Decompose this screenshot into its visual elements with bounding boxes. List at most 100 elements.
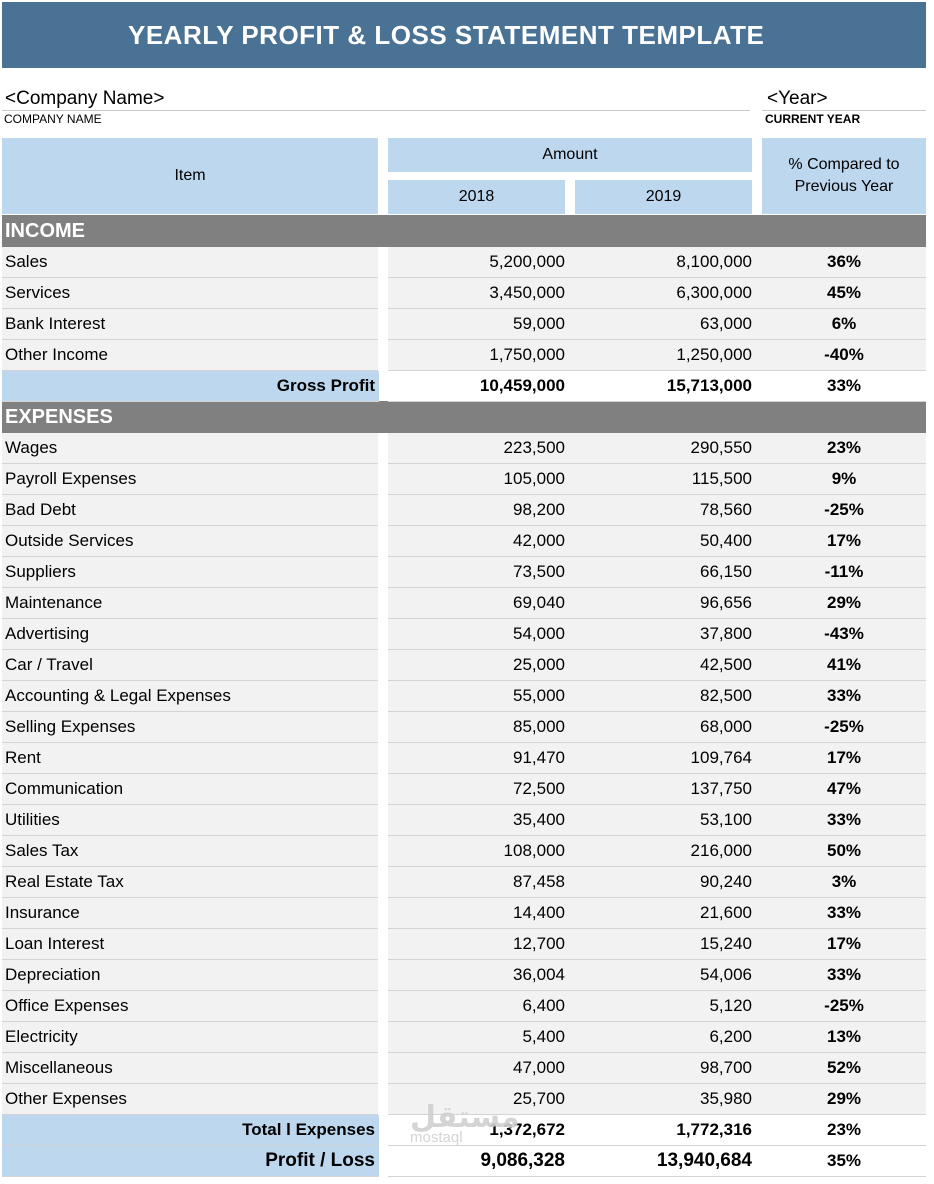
expense-row: Outside Services 42,000 50,400 17% bbox=[0, 526, 934, 557]
row-pct-change: -25% bbox=[762, 495, 926, 526]
row-item-name[interactable]: Office Expenses bbox=[2, 991, 378, 1022]
row-amount-2019[interactable]: 15,240 bbox=[575, 929, 762, 960]
row-amount-2019[interactable]: 78,560 bbox=[575, 495, 762, 526]
row-amount-2019[interactable]: 98,700 bbox=[575, 1053, 762, 1084]
row-item-name[interactable]: Real Estate Tax bbox=[2, 867, 378, 898]
row-amount-2019[interactable]: 216,000 bbox=[575, 836, 762, 867]
row-amount-2019[interactable]: 37,800 bbox=[575, 619, 762, 650]
row-amount-2018[interactable]: 85,000 bbox=[388, 712, 575, 743]
expense-row: Wages 223,500 290,550 23% bbox=[0, 433, 934, 464]
row-amount-2018[interactable]: 91,470 bbox=[388, 743, 575, 774]
row-item-name[interactable]: Gross Profit bbox=[2, 371, 379, 402]
row-pct-change: 23% bbox=[762, 1115, 926, 1146]
row-amount-2018[interactable]: 59,000 bbox=[388, 309, 575, 340]
row-pct-change: 47% bbox=[762, 774, 926, 805]
row-amount-2018[interactable]: 14,400 bbox=[388, 898, 575, 929]
row-amount-2018[interactable]: 108,000 bbox=[388, 836, 575, 867]
row-item-name[interactable]: Communication bbox=[2, 774, 378, 805]
row-amount-2019[interactable]: 63,000 bbox=[575, 309, 762, 340]
row-item-name[interactable]: Bad Debt bbox=[2, 495, 378, 526]
row-item-name[interactable]: Sales Tax bbox=[2, 836, 378, 867]
row-amount-2018[interactable]: 87,458 bbox=[388, 867, 575, 898]
row-item-name[interactable]: Wages bbox=[2, 433, 378, 464]
expense-row: Advertising 54,000 37,800 -43% bbox=[0, 619, 934, 650]
row-item-name[interactable]: Selling Expenses bbox=[2, 712, 378, 743]
row-amount-2018[interactable]: 36,004 bbox=[388, 960, 575, 991]
row-amount-2019[interactable]: 8,100,000 bbox=[575, 247, 762, 278]
row-amount-2018[interactable]: 47,000 bbox=[388, 1053, 575, 1084]
expense-row: Insurance 14,400 21,600 33% bbox=[0, 898, 934, 929]
row-amount-2019[interactable]: 96,656 bbox=[575, 588, 762, 619]
row-amount-2019[interactable]: 66,150 bbox=[575, 557, 762, 588]
row-amount-2019[interactable]: 6,300,000 bbox=[575, 278, 762, 309]
row-item-name[interactable]: Other Expenses bbox=[2, 1084, 378, 1115]
row-amount-2019[interactable]: 42,500 bbox=[575, 650, 762, 681]
row-item-name[interactable]: Loan Interest bbox=[2, 929, 378, 960]
row-amount-2019[interactable]: 53,100 bbox=[575, 805, 762, 836]
row-item-name[interactable]: Depreciation bbox=[2, 960, 378, 991]
row-amount-2018[interactable]: 98,200 bbox=[388, 495, 575, 526]
row-item-name[interactable]: Insurance bbox=[2, 898, 378, 929]
row-amount-2018[interactable]: 6,400 bbox=[388, 991, 575, 1022]
row-amount-2018[interactable]: 10,459,000 bbox=[388, 371, 575, 402]
row-amount-2018[interactable]: 72,500 bbox=[388, 774, 575, 805]
row-amount-2018[interactable]: 1,750,000 bbox=[388, 340, 575, 371]
row-item-name[interactable]: Maintenance bbox=[2, 588, 378, 619]
row-amount-2019[interactable]: 5,120 bbox=[575, 991, 762, 1022]
row-amount-2018[interactable]: 35,400 bbox=[388, 805, 575, 836]
row-amount-2019[interactable]: 1,772,316 bbox=[575, 1115, 762, 1146]
row-pct-change: 33% bbox=[762, 371, 926, 402]
row-amount-2019[interactable]: 6,200 bbox=[575, 1022, 762, 1053]
row-amount-2018[interactable]: 9,086,328 bbox=[388, 1146, 575, 1177]
row-amount-2018[interactable]: 69,040 bbox=[388, 588, 575, 619]
row-amount-2019[interactable]: 82,500 bbox=[575, 681, 762, 712]
row-pct-change: -43% bbox=[762, 619, 926, 650]
row-pct-change: -40% bbox=[762, 340, 926, 371]
row-item-name[interactable]: Payroll Expenses bbox=[2, 464, 378, 495]
row-item-name[interactable]: Sales bbox=[2, 247, 378, 278]
row-amount-2019[interactable]: 50,400 bbox=[575, 526, 762, 557]
row-amount-2018[interactable]: 5,200,000 bbox=[388, 247, 575, 278]
row-amount-2018[interactable]: 12,700 bbox=[388, 929, 575, 960]
row-amount-2018[interactable]: 55,000 bbox=[388, 681, 575, 712]
row-amount-2019[interactable]: 21,600 bbox=[575, 898, 762, 929]
row-item-name[interactable]: Advertising bbox=[2, 619, 378, 650]
row-item-name[interactable]: Suppliers bbox=[2, 557, 378, 588]
row-item-name[interactable]: Car / Travel bbox=[2, 650, 378, 681]
row-amount-2018[interactable]: 223,500 bbox=[388, 433, 575, 464]
row-amount-2018[interactable]: 73,500 bbox=[388, 557, 575, 588]
row-amount-2019[interactable]: 109,764 bbox=[575, 743, 762, 774]
row-item-name[interactable]: Utilities bbox=[2, 805, 378, 836]
row-amount-2018[interactable]: 25,000 bbox=[388, 650, 575, 681]
row-item-name[interactable]: Bank Interest bbox=[2, 309, 378, 340]
row-amount-2019[interactable]: 1,250,000 bbox=[575, 340, 762, 371]
row-item-name[interactable]: Profit / Loss bbox=[2, 1146, 379, 1177]
row-amount-2019[interactable]: 15,713,000 bbox=[575, 371, 762, 402]
row-item-name[interactable]: Other Income bbox=[2, 340, 378, 371]
row-item-name[interactable]: Total l Expenses bbox=[2, 1115, 379, 1146]
row-amount-2019[interactable]: 13,940,684 bbox=[575, 1146, 762, 1177]
row-amount-2019[interactable]: 115,500 bbox=[575, 464, 762, 495]
row-item-name[interactable]: Miscellaneous bbox=[2, 1053, 378, 1084]
profit-loss-row: Profit / Loss 9,086,328 13,940,684 35% bbox=[0, 1146, 934, 1177]
row-amount-2019[interactable]: 290,550 bbox=[575, 433, 762, 464]
row-amount-2019[interactable]: 68,000 bbox=[575, 712, 762, 743]
row-item-name[interactable]: Rent bbox=[2, 743, 378, 774]
row-pct-change: -11% bbox=[762, 557, 926, 588]
row-amount-2019[interactable]: 137,750 bbox=[575, 774, 762, 805]
row-item-name[interactable]: Outside Services bbox=[2, 526, 378, 557]
row-item-name[interactable]: Services bbox=[2, 278, 378, 309]
expense-row: Accounting & Legal Expenses 55,000 82,500 3… bbox=[0, 681, 934, 712]
row-amount-2018[interactable]: 42,000 bbox=[388, 526, 575, 557]
row-amount-2019[interactable]: 54,006 bbox=[575, 960, 762, 991]
statement-rows: Sales 5,200,000 8,100,000 36% Services 3,450,… bbox=[0, 0, 934, 1184]
row-item-name[interactable]: Accounting & Legal Expenses bbox=[2, 681, 378, 712]
row-amount-2019[interactable]: 35,980 bbox=[575, 1084, 762, 1115]
row-amount-2018[interactable]: 54,000 bbox=[388, 619, 575, 650]
row-amount-2019[interactable]: 90,240 bbox=[575, 867, 762, 898]
row-item-name[interactable]: Electricity bbox=[2, 1022, 378, 1053]
row-amount-2018[interactable]: 3,450,000 bbox=[388, 278, 575, 309]
row-amount-2018[interactable]: 105,000 bbox=[388, 464, 575, 495]
row-pct-change: 33% bbox=[762, 960, 926, 991]
row-amount-2018[interactable]: 5,400 bbox=[388, 1022, 575, 1053]
